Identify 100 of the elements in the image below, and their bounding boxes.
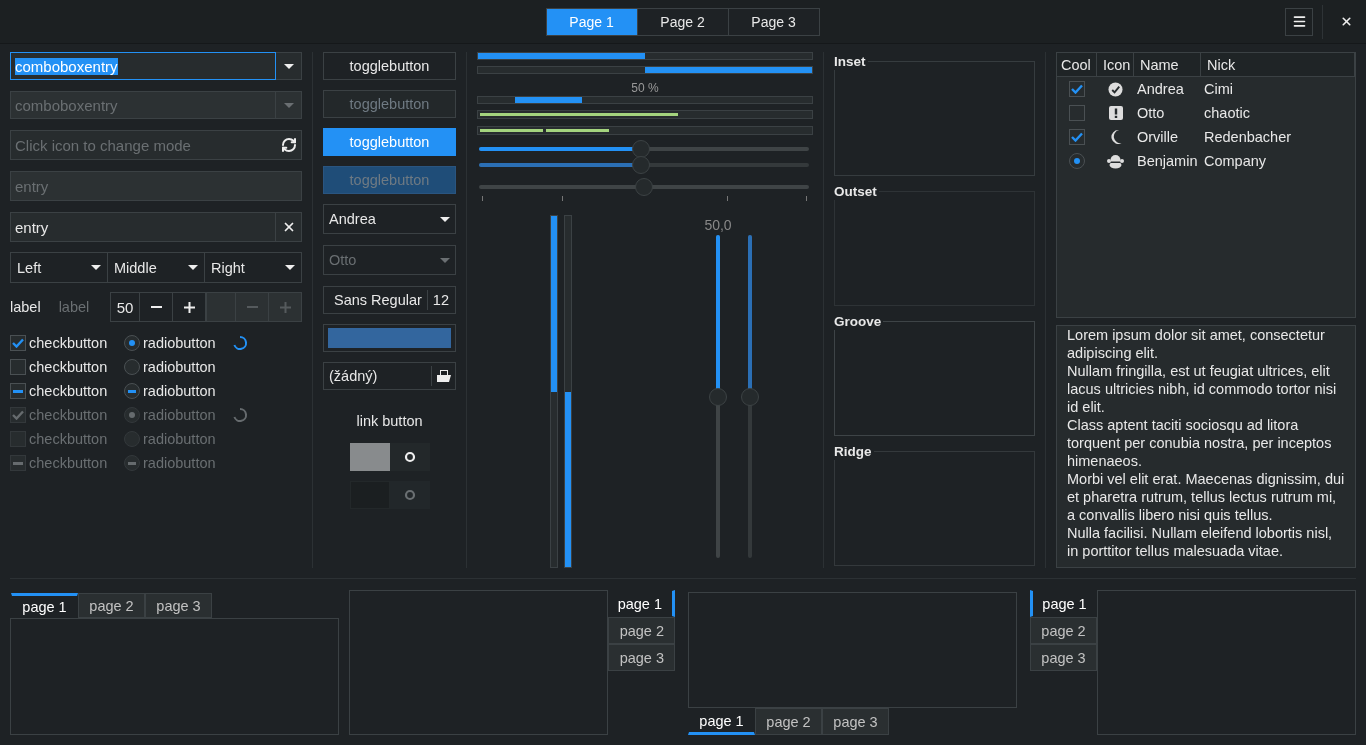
dot-icon: [1074, 158, 1080, 164]
radio-label[interactable]: radiobutton: [143, 335, 216, 351]
slider-handle[interactable]: [631, 140, 650, 158]
table-cell: chaotic: [1204, 105, 1250, 121]
page-tab[interactable]: Page 3: [727, 8, 820, 36]
close-icon: [1339, 15, 1353, 28]
link-button[interactable]: link button: [356, 413, 423, 429]
check-icon: [1071, 132, 1083, 142]
color-button[interactable]: [323, 324, 456, 352]
checkbox-label[interactable]: checkbutton: [29, 359, 108, 375]
dropdown-button[interactable]: Right: [204, 252, 302, 283]
refresh-icon[interactable]: [281, 137, 297, 153]
slider[interactable]: [479, 178, 809, 202]
check-icon: [1071, 84, 1083, 94]
font-button[interactable]: Sans Regular 12: [323, 286, 456, 314]
tab[interactable]: page 3: [608, 644, 675, 671]
checkbox[interactable]: [1069, 105, 1085, 121]
frame-label: Inset: [834, 54, 868, 70]
radio-button[interactable]: [124, 383, 140, 399]
switch[interactable]: [349, 443, 430, 471]
toggle-button[interactable]: togglebutton: [323, 52, 456, 80]
dropdown-button[interactable]: Middle: [107, 252, 205, 283]
plus-icon: [279, 301, 291, 313]
dot-icon: [129, 412, 135, 418]
checkbox[interactable]: [1069, 81, 1085, 97]
tab[interactable]: page 3: [1030, 644, 1097, 671]
column-header[interactable]: Name: [1134, 53, 1201, 77]
off-icon: [403, 451, 416, 463]
menu-button[interactable]: [1285, 7, 1313, 36]
dash-icon: [128, 461, 136, 465]
radio-button[interactable]: [124, 359, 140, 375]
text-area[interactable]: [1056, 325, 1356, 568]
column-header[interactable]: Nick: [1201, 53, 1355, 77]
label: label: [58, 299, 90, 315]
tab[interactable]: page 3: [822, 708, 889, 735]
font-name: Sans Regular: [333, 292, 423, 308]
checkbox-label[interactable]: checkbutton: [29, 335, 108, 351]
table-cell: Orville: [1137, 129, 1179, 145]
frame-label: Outset: [834, 184, 879, 200]
radio-button[interactable]: [124, 335, 140, 351]
checkbox[interactable]: [10, 335, 26, 351]
page-tab[interactable]: Page 2: [636, 8, 729, 36]
caret-icon: [285, 265, 295, 270]
file-chooser-button[interactable]: (žádný): [323, 362, 456, 390]
slider[interactable]: [479, 140, 809, 158]
menu-icon: [1291, 14, 1307, 29]
paragraph: Lorem ipsum dolor sit amet, consectetur adipiscing elit.: [1067, 326, 1326, 362]
column-header[interactable]: Cool: [1057, 53, 1097, 77]
radio-label[interactable]: radiobutton: [143, 359, 216, 375]
check-icon: [12, 410, 24, 420]
progress-text: 50 %: [630, 81, 660, 95]
creature-icon: [1107, 153, 1124, 169]
tab[interactable]: page 2: [608, 617, 675, 644]
dot-icon: [129, 340, 135, 346]
table-cell: Benjamin: [1137, 153, 1198, 169]
dropdown-button[interactable]: Andrea: [323, 204, 456, 234]
minus-icon: [246, 306, 258, 308]
check-circle-icon: [1108, 81, 1123, 97]
table-cell: Andrea: [1137, 81, 1184, 97]
check-icon: [12, 338, 24, 348]
checkbox[interactable]: [1069, 129, 1085, 145]
font-size: 12: [426, 290, 449, 310]
tab[interactable]: page 2: [755, 708, 822, 735]
slider-handle[interactable]: [635, 178, 653, 196]
paragraph: Nulla facilisi. Nullam eleifend lobortis nisl, in porttitor tellus malesuada vitae.: [1067, 524, 1334, 560]
paragraph: Nullam fringilla, est ut feugiat ultrices, elit lacus ultricies nibh, id commodo tortor nisi id elit.: [1067, 362, 1338, 416]
dropdown-button[interactable]: Left: [10, 252, 108, 283]
radio-button[interactable]: [1069, 153, 1085, 169]
increment-button[interactable]: [173, 292, 206, 322]
dash-icon: [128, 389, 136, 393]
paragraph: Morbi vel elit erat. Maecenas dignissim, dui et pharetra rutrum, tellus lectus rutrum mi, a convallis libero nisi quis tellus.: [1067, 470, 1345, 524]
frame-label: Groove: [834, 314, 884, 330]
slider-handle[interactable]: [709, 387, 727, 406]
decrement-button[interactable]: [140, 292, 173, 322]
dash-icon: [13, 389, 23, 393]
spin-field[interactable]: 50: [110, 292, 140, 322]
checkbox-label[interactable]: checkbutton: [29, 383, 108, 399]
dropdown-button[interactable]: [276, 52, 302, 80]
tab[interactable]: page 3: [145, 593, 212, 618]
plus-icon: [183, 301, 195, 313]
radio-label[interactable]: radiobutton: [143, 383, 216, 399]
clear-button[interactable]: [276, 212, 302, 242]
tab[interactable]: page 1: [11, 593, 78, 618]
text-field[interactable]: entry: [10, 212, 276, 242]
table-cell: Cimi: [1204, 81, 1233, 97]
minus-icon: [150, 306, 162, 308]
slider[interactable]: [709, 235, 727, 558]
caret-icon: [440, 257, 450, 263]
warning-icon: [1108, 106, 1123, 120]
paragraph: Class aptent taciti sociosqu ad litora torquent per conubia nostra, per inceptos himenaeos.: [1067, 416, 1333, 470]
checkbox[interactable]: [10, 359, 26, 375]
table-cell: Company: [1204, 153, 1267, 169]
caret-icon: [440, 216, 450, 222]
frame-label: Ridge: [834, 444, 874, 460]
caret-icon: [283, 102, 294, 108]
off-icon: [403, 489, 416, 501]
tab[interactable]: page 2: [1030, 617, 1097, 644]
tab[interactable]: page 2: [78, 593, 145, 618]
checkbox[interactable]: [10, 383, 26, 399]
column-header[interactable]: Icon: [1097, 53, 1134, 77]
